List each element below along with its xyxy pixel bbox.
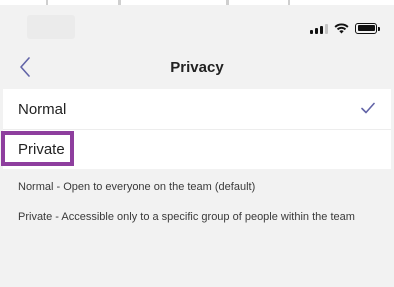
phone-screen: Privacy Normal Private Normal - Open to … — [3, 5, 391, 287]
option-private[interactable]: Private — [3, 129, 391, 169]
status-time-redacted — [27, 15, 75, 39]
option-label: Private — [18, 141, 65, 158]
page-title: Privacy — [170, 59, 224, 76]
battery-icon — [355, 22, 380, 34]
checkmark-icon — [361, 102, 375, 114]
navigation-bar: Privacy — [3, 45, 391, 89]
wifi-icon — [334, 22, 349, 33]
option-label: Normal — [18, 100, 67, 118]
signal-icon — [310, 23, 328, 34]
privacy-options-list: Normal Private — [3, 89, 391, 169]
status-icons — [310, 22, 380, 34]
description-normal: Normal - Open to everyone on the team (d… — [18, 181, 256, 193]
description-private: Private - Accessible only to a specific … — [18, 211, 355, 223]
option-normal[interactable]: Normal — [3, 89, 391, 129]
status-bar — [3, 5, 391, 45]
